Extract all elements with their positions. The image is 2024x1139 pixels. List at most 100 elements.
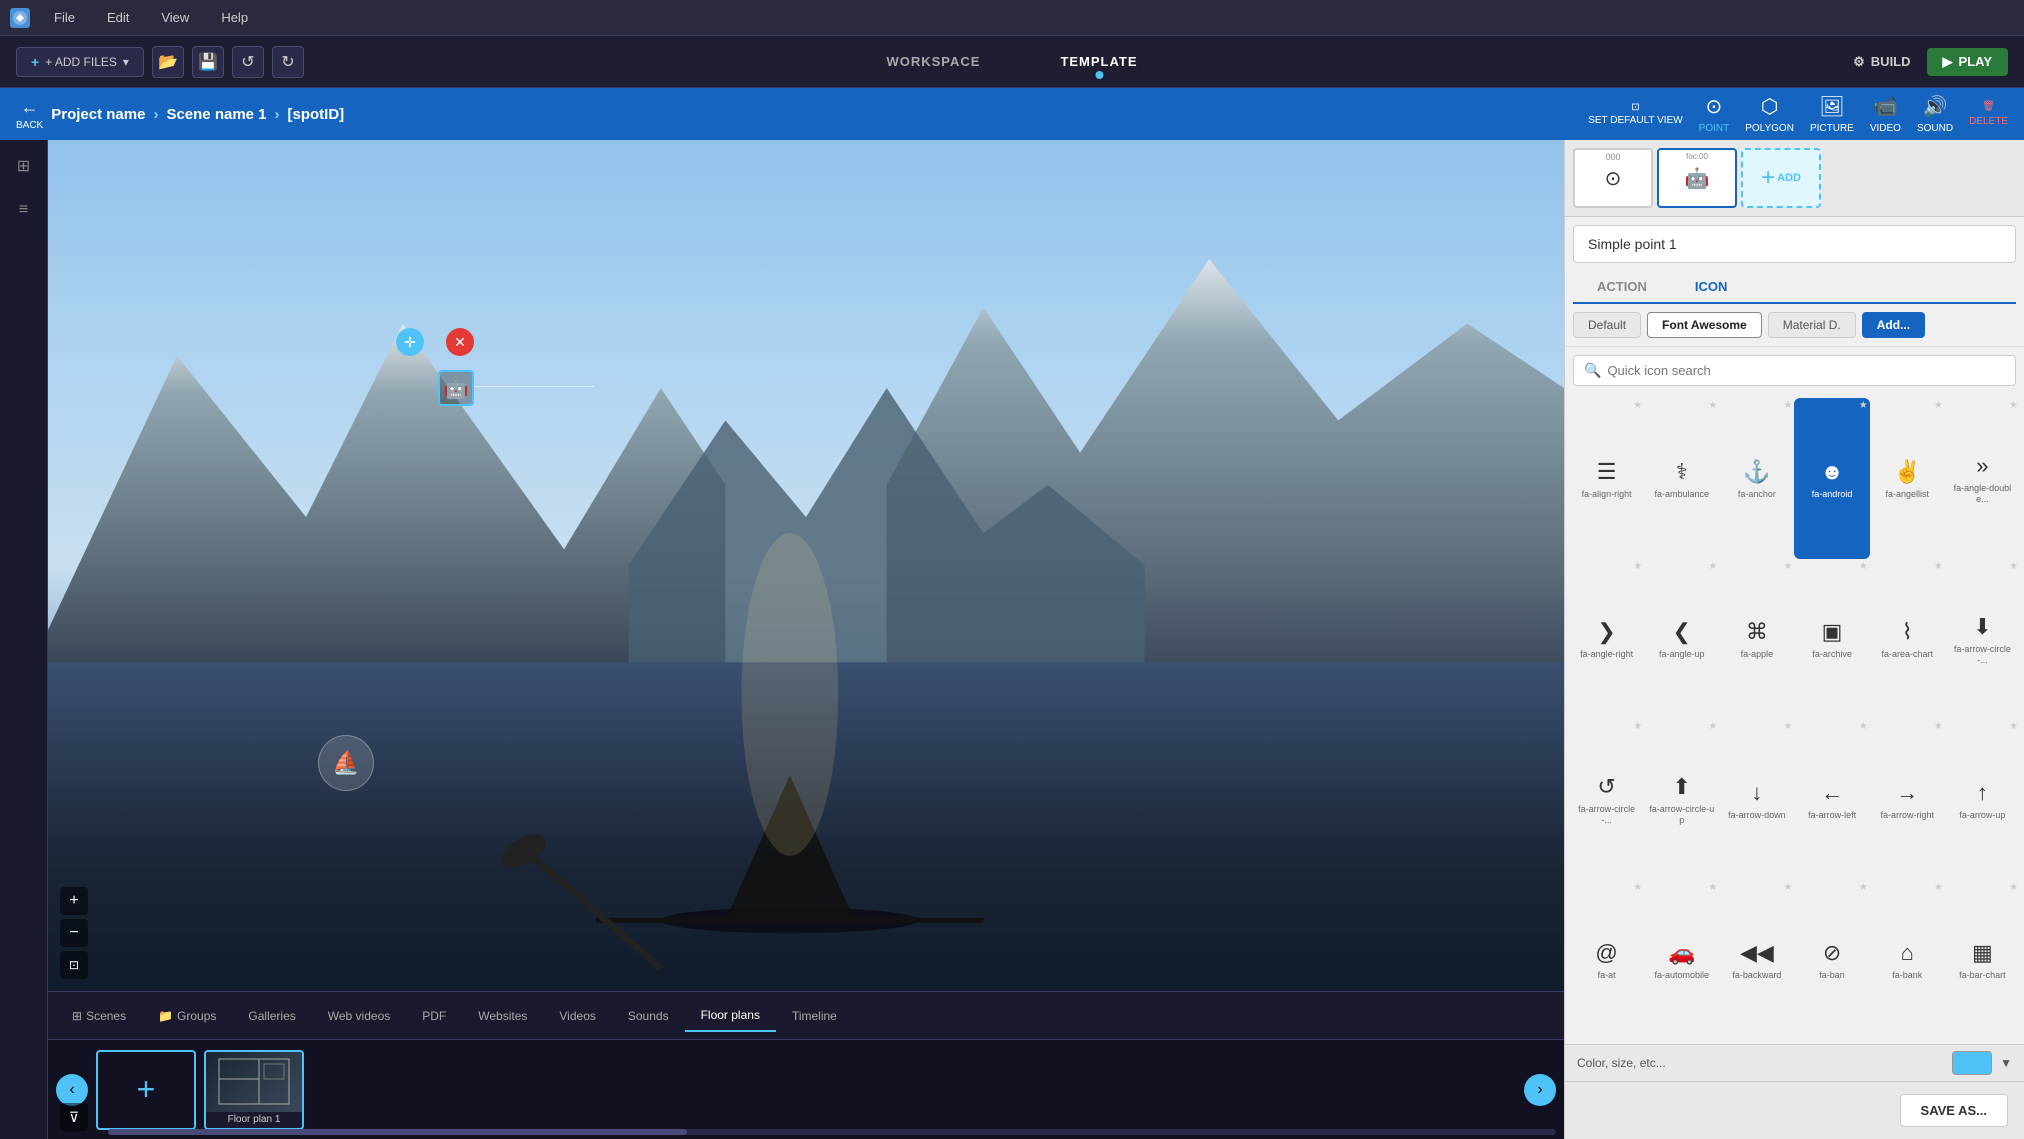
tab-scenes[interactable]: ⊞ Scenes [56, 1001, 142, 1031]
icon-cell-fa-arrow-left[interactable]: ★←fa-arrow-left [1794, 719, 1869, 880]
add-floor-plan-button[interactable]: + [96, 1050, 196, 1130]
star-icon[interactable]: ★ [1934, 400, 1943, 411]
icon-cell-fa-android[interactable]: ★☻fa-android [1794, 398, 1869, 559]
action-tab[interactable]: ACTION [1573, 271, 1671, 302]
star-icon[interactable]: ★ [1708, 882, 1717, 893]
icon-cell-fa-arrow-down[interactable]: ★↓fa-arrow-down [1719, 719, 1794, 880]
save-button[interactable]: 💾 [192, 46, 224, 78]
point-name-input[interactable] [1573, 225, 2016, 263]
zoom-out-button[interactable]: − [60, 919, 88, 947]
icon-search-input[interactable] [1607, 363, 2005, 378]
icon-cell-fa-area-chart[interactable]: ★⌇fa-area-chart [1870, 559, 1945, 720]
star-icon[interactable]: ★ [1784, 721, 1793, 732]
icon-cell-fa-align-right[interactable]: ★☰fa-align-right [1569, 398, 1644, 559]
star-icon[interactable]: ★ [1708, 561, 1717, 572]
menu-help[interactable]: Help [213, 6, 256, 29]
zoom-fit-button[interactable]: ⊡ [60, 951, 88, 979]
icon-cell-fa-bank[interactable]: ★⌂fa-bank [1870, 880, 1945, 1041]
color-expand-icon[interactable]: ▼ [2000, 1056, 2012, 1070]
star-icon[interactable]: ★ [1633, 561, 1642, 572]
default-source-tab[interactable]: Default [1573, 312, 1641, 338]
default-icon-thumb[interactable]: ⊙ 000 [1573, 148, 1653, 208]
icon-cell-fa-angle-up[interactable]: ★❮fa-angle-up [1644, 559, 1719, 720]
open-folder-button[interactable]: 📂 [152, 46, 184, 78]
polygon-tool-button[interactable]: ⬡ POLYGON [1745, 94, 1794, 134]
font-awesome-tab[interactable]: Font Awesome [1647, 312, 1762, 338]
spot-delete-handle[interactable]: ✕ [446, 328, 474, 356]
tab-sounds[interactable]: Sounds [612, 1001, 685, 1031]
icon-cell-fa-arrow-right[interactable]: ★→fa-arrow-right [1870, 719, 1945, 880]
menu-edit[interactable]: Edit [99, 6, 137, 29]
timeline-scrollbar[interactable] [108, 1129, 1556, 1135]
icon-cell-fa-angellist[interactable]: ★✌fa-angellist [1870, 398, 1945, 559]
star-icon[interactable]: ★ [1859, 400, 1868, 411]
filter-button[interactable]: ⊽ [60, 1103, 88, 1131]
picture-tool-button[interactable]: 🖼 PICTURE [1810, 94, 1854, 134]
icon-cell-fa-angle-right[interactable]: ★❯fa-angle-right [1569, 559, 1644, 720]
tab-pdf[interactable]: PDF [406, 1001, 462, 1031]
tab-floor-plans[interactable]: Floor plans [685, 1000, 776, 1032]
tab-timeline[interactable]: Timeline [776, 1001, 853, 1031]
icon-cell-fa-bar-chart[interactable]: ★▦fa-bar-chart [1945, 880, 2020, 1041]
add-files-button[interactable]: + + ADD FILES ▾ [16, 47, 144, 77]
icon-cell-fa-ban[interactable]: ★⊘fa-ban [1794, 880, 1869, 1041]
icon-cell-fa-arrow-circle[interactable]: ★⬇fa-arrow-circle-... [1945, 559, 2020, 720]
set-default-view-button[interactable]: ⊡ SET DEFAULT VIEW [1588, 102, 1682, 126]
back-button[interactable]: ← BACK [16, 97, 43, 131]
tab-groups[interactable]: 📁 Groups [142, 1001, 232, 1031]
delete-tool-button[interactable]: 🗑 DELETE [1969, 101, 2008, 127]
icon-cell-fa-angle-double[interactable]: ★»fa-angle-double... [1945, 398, 2020, 559]
save-as-button[interactable]: SAVE AS... [1900, 1094, 2008, 1127]
color-swatch[interactable] [1952, 1051, 1992, 1075]
tab-videos[interactable]: Videos [543, 1001, 611, 1031]
star-icon[interactable]: ★ [1934, 721, 1943, 732]
star-icon[interactable]: ★ [2009, 561, 2018, 572]
workspace-tab[interactable]: WORKSPACE [846, 46, 1020, 77]
star-icon[interactable]: ★ [2009, 882, 2018, 893]
star-icon[interactable]: ★ [1859, 721, 1868, 732]
sound-tool-button[interactable]: 🔊 SOUND [1917, 94, 1953, 134]
add-icon-thumb[interactable]: + ADD [1741, 148, 1821, 208]
template-tab[interactable]: TEMPLATE [1020, 46, 1177, 77]
icon-cell-fa-anchor[interactable]: ★⚓fa-anchor [1719, 398, 1794, 559]
zoom-in-button[interactable]: + [60, 887, 88, 915]
star-icon[interactable]: ★ [1784, 882, 1793, 893]
tab-webvideos[interactable]: Web videos [312, 1001, 406, 1031]
spot-icon-box[interactable]: 🤖 [438, 370, 474, 406]
prev-button[interactable]: ‹ [56, 1074, 88, 1106]
icon-cell-fa-arrow-circle-up[interactable]: ★⬆fa-arrow-circle-up [1644, 719, 1719, 880]
icon-cell-fa-apple[interactable]: ★⌘fa-apple [1719, 559, 1794, 720]
star-icon[interactable]: ★ [1633, 400, 1642, 411]
star-icon[interactable]: ★ [2009, 400, 2018, 411]
build-button[interactable]: ⚙ BUILD [1853, 54, 1910, 70]
star-icon[interactable]: ★ [1708, 400, 1717, 411]
spot-move-handle[interactable]: ✛ [396, 328, 424, 356]
tab-galleries[interactable]: Galleries [232, 1001, 311, 1031]
star-icon[interactable]: ★ [1784, 561, 1793, 572]
icon-cell-fa-arrow-up[interactable]: ★↑fa-arrow-up [1945, 719, 2020, 880]
star-icon[interactable]: ★ [1708, 721, 1717, 732]
star-icon[interactable]: ★ [1934, 882, 1943, 893]
icon-cell-fa-archive[interactable]: ★▣fa-archive [1794, 559, 1869, 720]
android-icon-thumb[interactable]: 🤖 foc:00 [1657, 148, 1737, 208]
redo-button[interactable]: ↻ [272, 46, 304, 78]
star-icon[interactable]: ★ [1633, 721, 1642, 732]
floor-plan-thumb[interactable]: Floor plan 1 [204, 1050, 304, 1130]
sidebar-scenes-icon[interactable]: ⊞ [6, 148, 42, 184]
video-tool-button[interactable]: 📹 VIDEO [1870, 94, 1901, 134]
icon-tab[interactable]: ICON [1671, 271, 1752, 304]
star-icon[interactable]: ★ [1784, 400, 1793, 411]
add-source-tab[interactable]: Add... [1862, 312, 1925, 338]
icon-cell-fa-arrow-circle-l[interactable]: ★↺fa-arrow-circle-... [1569, 719, 1644, 880]
sidebar-layers-icon[interactable]: ≡ [6, 192, 42, 228]
menu-file[interactable]: File [46, 6, 83, 29]
star-icon[interactable]: ★ [1859, 561, 1868, 572]
star-icon[interactable]: ★ [1633, 882, 1642, 893]
icon-cell-fa-automobile[interactable]: ★🚗fa-automobile [1644, 880, 1719, 1041]
star-icon[interactable]: ★ [2009, 721, 2018, 732]
star-icon[interactable]: ★ [1859, 882, 1868, 893]
material-d-tab[interactable]: Material D. [1768, 312, 1856, 338]
canvas-area[interactable]: ✛ ✕ 🤖 ⛵ + − ⊡ [48, 140, 1564, 991]
play-button[interactable]: ▶ PLAY [1927, 48, 2008, 76]
icon-cell-fa-ambulance[interactable]: ★⚕fa-ambulance [1644, 398, 1719, 559]
